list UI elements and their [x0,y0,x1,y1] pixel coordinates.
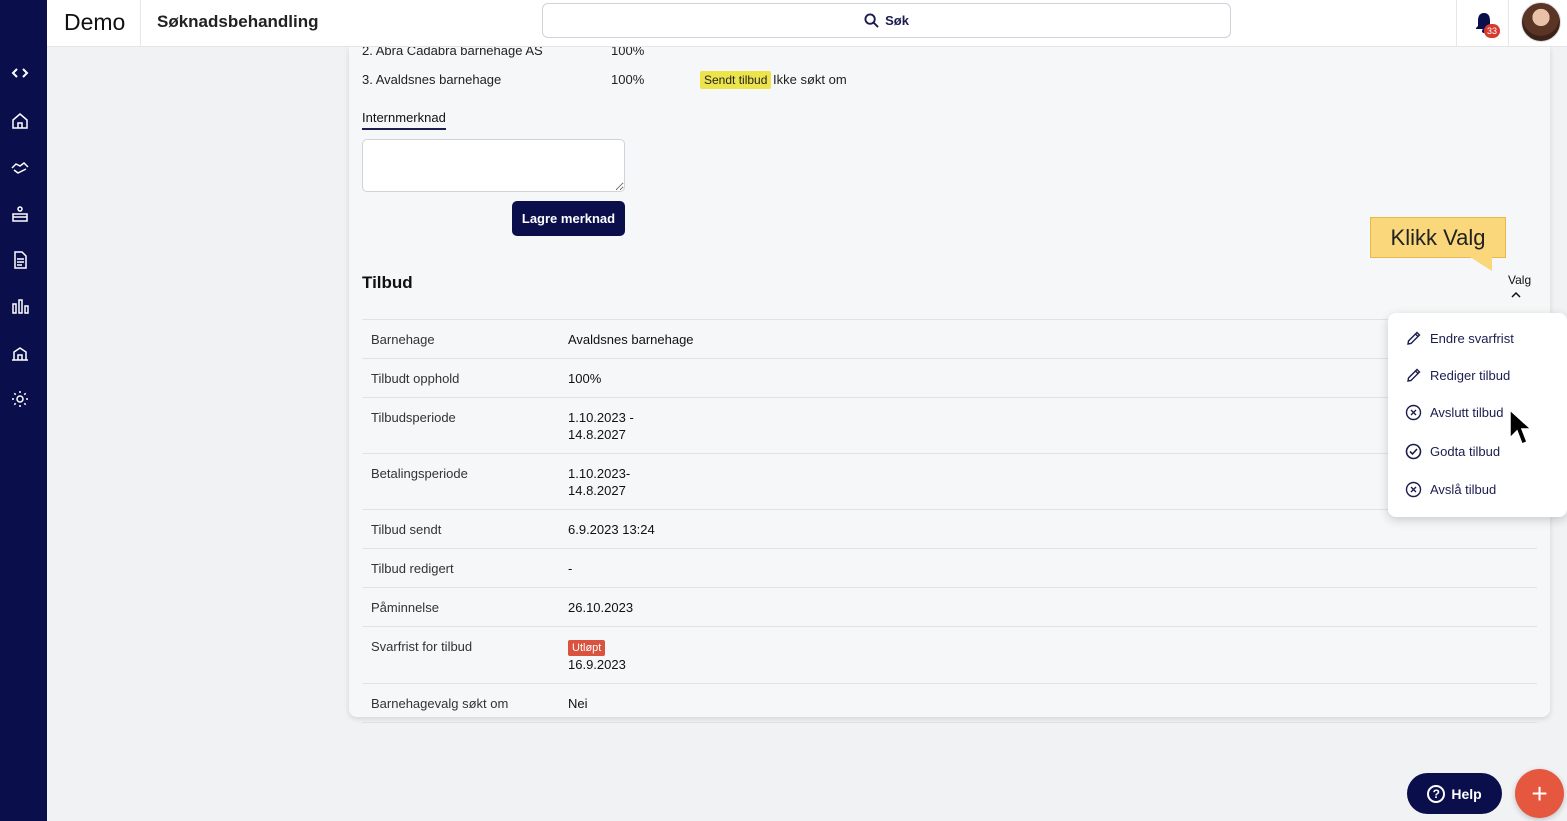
code-icon[interactable] [0,58,40,88]
menu-item-decline-offer[interactable]: Avslå tilbud [1405,481,1496,498]
application-card: 2. Abra Cadabra barnehage AS 100% 3. Ava… [349,43,1550,723]
application-percent: 100% [611,72,645,87]
search-bar[interactable]: Søk [542,3,1231,38]
table-row: Betalingsperiode 1.10.2023- 14.8.2027 [362,453,1537,510]
callout-tail [1470,257,1492,271]
chevron-up-icon[interactable] [1510,290,1522,300]
menu-item-edit-offer[interactable]: Rediger tilbud [1405,367,1510,384]
table-row: Tilbudsperiode 1.10.2023 - 14.8.2027 [362,397,1537,454]
menu-item-label: Avslå tilbud [1430,482,1497,497]
home-icon[interactable] [0,106,40,136]
table-row: Tilbudt opphold 100% [362,358,1537,398]
handshake-icon[interactable] [0,152,40,182]
row-value: 1.10.2023 - [568,410,634,425]
table-row: Barnehagevalg søkt om Nei [362,683,1537,723]
row-key: Barnehage [362,319,559,359]
sidebar [0,0,47,821]
row-key: Tilbud redigert [362,548,559,588]
x-circle-icon [1405,481,1422,498]
row-key: Betalingsperiode [362,453,559,510]
row-key: Påminnelse [362,587,559,627]
help-label: Help [1451,785,1482,802]
row-key: Tilbudt opphold [362,358,559,398]
offer-details-table: Barnehage Avaldsnes barnehage Tilbudt op… [362,319,1537,723]
gear-icon[interactable] [0,384,40,414]
tutorial-callout: Klikk Valg [1370,217,1506,258]
expired-badge: Utløpt [568,640,606,656]
row-value: - [559,548,1537,588]
kindergarten-icon[interactable] [0,199,40,229]
page-title: Søknadsbehandling [157,12,319,31]
table-row: Tilbud redigert - [362,548,1537,588]
menu-item-label: Avslutt tilbud [1430,405,1504,420]
options-button[interactable]: Valg [1508,273,1531,287]
menu-item-label: Godta tilbud [1430,444,1501,459]
menu-item-label: Endre svarfrist [1430,331,1514,346]
question-icon: ? [1427,784,1446,803]
offer-title: Tilbud [362,273,413,292]
row-value-line2: 14.8.2027 [568,427,626,442]
brand-name[interactable]: Demo [64,9,125,36]
divider [1456,0,1457,47]
table-row: Påminnelse 26.10.2023 [362,587,1537,627]
mouse-cursor-icon [1509,408,1533,445]
row-key: Tilbudsperiode [362,397,559,454]
table-row: Tilbud sendt 6.9.2023 13:24 [362,509,1537,549]
chart-icon[interactable] [0,291,40,321]
application-name: 3. Avaldsnes barnehage [362,72,502,87]
row-value: 1.10.2023- [568,466,631,481]
options-menu: Endre svarfrist Rediger tilbud Avslutt t… [1388,313,1567,517]
divider [1508,0,1509,47]
row-value: 26.10.2023 [559,587,1537,627]
menu-item-accept-offer[interactable]: Godta tilbud [1405,443,1500,460]
help-button[interactable]: ? Help [1407,773,1502,814]
notification-badge: 33 [1484,24,1500,38]
document-icon[interactable] [0,245,40,275]
save-note-button[interactable]: Lagre merknad [512,201,625,236]
search-label: Søk [885,13,909,28]
status-text: Ikke søkt om [773,72,847,87]
top-bar: Demo Søknadsbehandling Søk 33 [0,0,1567,47]
search-icon [864,13,879,28]
x-circle-icon [1405,404,1422,421]
menu-item-label: Rediger tilbud [1430,368,1511,383]
avatar[interactable] [1521,2,1561,42]
check-circle-icon [1405,443,1422,460]
row-value: 16.9.2023 [568,657,626,672]
table-row: Barnehage Avaldsnes barnehage [362,319,1537,359]
table-row: Svarfrist for tilbud Utløpt 16.9.2023 [362,626,1537,684]
row-key: Svarfrist for tilbud [362,626,559,684]
menu-item-change-deadline[interactable]: Endre svarfrist [1405,330,1514,347]
row-key: Barnehagevalg søkt om [362,683,559,723]
menu-item-close-offer[interactable]: Avslutt tilbud [1405,404,1503,421]
row-value-cell: Utløpt 16.9.2023 [559,626,1537,684]
status-badge: Sendt tilbud [700,71,772,89]
row-value: Nei [559,683,1537,723]
internal-note-input[interactable] [362,139,625,192]
row-value-line2: 14.8.2027 [568,483,626,498]
divider [140,0,141,47]
add-button[interactable]: + [1515,769,1564,818]
building-icon[interactable] [0,338,40,368]
pencil-icon [1407,368,1421,382]
internal-note-label: Internmerknad [362,110,446,130]
pencil-icon [1407,331,1421,345]
row-key: Tilbud sendt [362,509,559,549]
